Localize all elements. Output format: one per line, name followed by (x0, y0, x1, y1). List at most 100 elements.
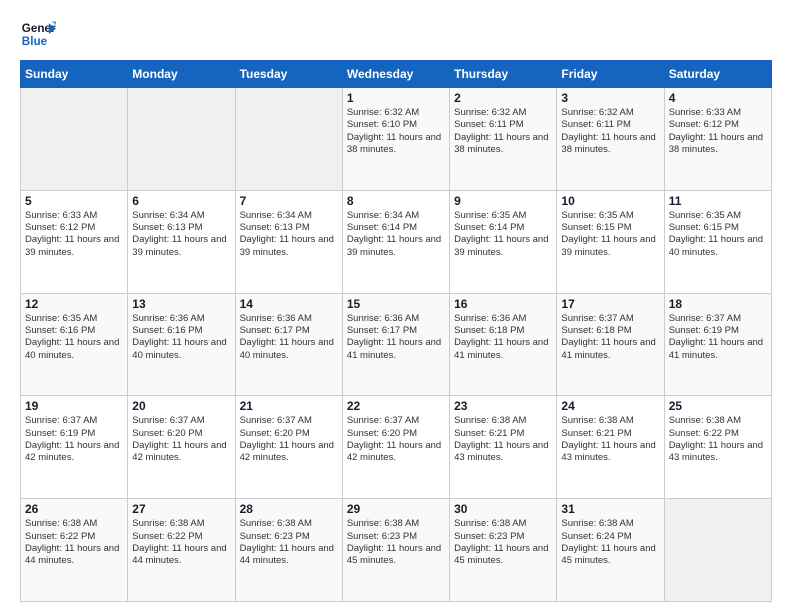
calendar-cell: 7 Sunrise: 6:34 AM Sunset: 6:13 PM Daylig… (235, 190, 342, 293)
calendar-day-header: Wednesday (342, 61, 449, 88)
day-info: Sunrise: 6:35 AM Sunset: 6:16 PM Dayligh… (25, 313, 123, 362)
day-info: Sunrise: 6:38 AM Sunset: 6:23 PM Dayligh… (240, 518, 338, 567)
calendar-cell: 11 Sunrise: 6:35 AM Sunset: 6:15 PM Dayli… (664, 190, 771, 293)
calendar-cell: 18 Sunrise: 6:37 AM Sunset: 6:19 PM Dayli… (664, 293, 771, 396)
day-info: Sunrise: 6:32 AM Sunset: 6:11 PM Dayligh… (454, 107, 552, 156)
day-info: Sunrise: 6:38 AM Sunset: 6:24 PM Dayligh… (561, 518, 659, 567)
day-number: 7 (240, 194, 338, 208)
calendar-cell: 12 Sunrise: 6:35 AM Sunset: 6:16 PM Dayli… (21, 293, 128, 396)
day-number: 17 (561, 297, 659, 311)
calendar-day-header: Sunday (21, 61, 128, 88)
calendar-cell: 22 Sunrise: 6:37 AM Sunset: 6:20 PM Dayli… (342, 396, 449, 499)
day-info: Sunrise: 6:38 AM Sunset: 6:22 PM Dayligh… (25, 518, 123, 567)
calendar-cell: 5 Sunrise: 6:33 AM Sunset: 6:12 PM Daylig… (21, 190, 128, 293)
day-number: 9 (454, 194, 552, 208)
calendar-cell: 31Sunrise: 6:38 AM Sunset: 6:24 PM Dayli… (557, 499, 664, 602)
calendar-cell: 6Sunrise: 6:34 AM Sunset: 6:13 PM Daylig… (128, 190, 235, 293)
day-number: 29 (347, 502, 445, 516)
day-number: 11 (669, 194, 767, 208)
day-info: Sunrise: 6:33 AM Sunset: 6:12 PM Dayligh… (25, 210, 123, 259)
calendar-cell: 29 Sunrise: 6:38 AM Sunset: 6:23 PM Dayli… (342, 499, 449, 602)
svg-text:Blue: Blue (22, 35, 48, 48)
day-info: Sunrise: 6:38 AM Sunset: 6:23 PM Dayligh… (347, 518, 445, 567)
page: General Blue SundayMondayTuesdayWednesda… (0, 0, 792, 612)
calendar-cell: 13 Sunrise: 6:36 AM Sunset: 6:16 PM Dayli… (128, 293, 235, 396)
day-number: 19 (25, 399, 123, 413)
day-number: 1 (347, 91, 445, 105)
day-info: Sunrise: 6:37 AM Sunset: 6:19 PM Dayligh… (669, 313, 767, 362)
day-info: Sunrise: 6:36 AM Sunset: 6:17 PM Dayligh… (347, 313, 445, 362)
calendar-cell: 14Sunrise: 6:36 AM Sunset: 6:17 PM Dayli… (235, 293, 342, 396)
day-number: 14 (240, 297, 338, 311)
day-info: Sunrise: 6:37 AM Sunset: 6:18 PM Dayligh… (561, 313, 659, 362)
calendar-cell: 20Sunrise: 6:37 AM Sunset: 6:20 PM Dayli… (128, 396, 235, 499)
day-number: 15 (347, 297, 445, 311)
day-number: 28 (240, 502, 338, 516)
calendar-week-row: 12 Sunrise: 6:35 AM Sunset: 6:16 PM Dayli… (21, 293, 772, 396)
day-number: 4 (669, 91, 767, 105)
day-number: 27 (132, 502, 230, 516)
day-info: Sunrise: 6:38 AM Sunset: 6:22 PM Dayligh… (669, 415, 767, 464)
day-number: 23 (454, 399, 552, 413)
calendar-cell (664, 499, 771, 602)
day-number: 5 (25, 194, 123, 208)
day-number: 22 (347, 399, 445, 413)
day-info: Sunrise: 6:35 AM Sunset: 6:15 PM Dayligh… (669, 210, 767, 259)
day-info: Sunrise: 6:38 AM Sunset: 6:23 PM Dayligh… (454, 518, 552, 567)
day-info: Sunrise: 6:34 AM Sunset: 6:14 PM Dayligh… (347, 210, 445, 259)
calendar-cell: 8 Sunrise: 6:34 AM Sunset: 6:14 PM Daylig… (342, 190, 449, 293)
day-number: 2 (454, 91, 552, 105)
day-number: 8 (347, 194, 445, 208)
calendar-day-header: Monday (128, 61, 235, 88)
calendar-cell: 26 Sunrise: 6:38 AM Sunset: 6:22 PM Dayli… (21, 499, 128, 602)
day-number: 21 (240, 399, 338, 413)
logo: General Blue (20, 16, 56, 52)
day-info: Sunrise: 6:32 AM Sunset: 6:11 PM Dayligh… (561, 107, 659, 156)
calendar-week-row: 19 Sunrise: 6:37 AM Sunset: 6:19 PM Dayli… (21, 396, 772, 499)
day-number: 10 (561, 194, 659, 208)
day-info: Sunrise: 6:36 AM Sunset: 6:18 PM Dayligh… (454, 313, 552, 362)
day-number: 20 (132, 399, 230, 413)
logo-icon: General Blue (20, 16, 56, 52)
calendar-cell: 17 Sunrise: 6:37 AM Sunset: 6:18 PM Dayli… (557, 293, 664, 396)
calendar-day-header: Thursday (450, 61, 557, 88)
day-number: 30 (454, 502, 552, 516)
calendar-cell: 9 Sunrise: 6:35 AM Sunset: 6:14 PM Daylig… (450, 190, 557, 293)
calendar-cell: 23Sunrise: 6:38 AM Sunset: 6:21 PM Dayli… (450, 396, 557, 499)
calendar-day-header: Tuesday (235, 61, 342, 88)
calendar-table: SundayMondayTuesdayWednesdayThursdayFrid… (20, 60, 772, 602)
day-number: 26 (25, 502, 123, 516)
calendar-cell: 4 Sunrise: 6:33 AM Sunset: 6:12 PM Daylig… (664, 88, 771, 191)
day-number: 3 (561, 91, 659, 105)
day-number: 12 (25, 297, 123, 311)
day-number: 13 (132, 297, 230, 311)
day-number: 16 (454, 297, 552, 311)
day-info: Sunrise: 6:32 AM Sunset: 6:10 PM Dayligh… (347, 107, 445, 156)
calendar-header-row: SundayMondayTuesdayWednesdayThursdayFrid… (21, 61, 772, 88)
day-number: 18 (669, 297, 767, 311)
calendar-cell: 2 Sunrise: 6:32 AM Sunset: 6:11 PM Daylig… (450, 88, 557, 191)
calendar-cell: 27Sunrise: 6:38 AM Sunset: 6:22 PM Dayli… (128, 499, 235, 602)
header: General Blue (20, 16, 772, 52)
day-info: Sunrise: 6:34 AM Sunset: 6:13 PM Dayligh… (240, 210, 338, 259)
calendar-week-row: 1 Sunrise: 6:32 AM Sunset: 6:10 PM Daylig… (21, 88, 772, 191)
day-info: Sunrise: 6:35 AM Sunset: 6:15 PM Dayligh… (561, 210, 659, 259)
calendar-cell (21, 88, 128, 191)
day-info: Sunrise: 6:37 AM Sunset: 6:19 PM Dayligh… (25, 415, 123, 464)
day-info: Sunrise: 6:35 AM Sunset: 6:14 PM Dayligh… (454, 210, 552, 259)
calendar-day-header: Saturday (664, 61, 771, 88)
calendar-cell (235, 88, 342, 191)
calendar-cell: 19 Sunrise: 6:37 AM Sunset: 6:19 PM Dayli… (21, 396, 128, 499)
calendar-cell: 15 Sunrise: 6:36 AM Sunset: 6:17 PM Dayli… (342, 293, 449, 396)
day-info: Sunrise: 6:37 AM Sunset: 6:20 PM Dayligh… (240, 415, 338, 464)
day-info: Sunrise: 6:33 AM Sunset: 6:12 PM Dayligh… (669, 107, 767, 156)
day-info: Sunrise: 6:36 AM Sunset: 6:16 PM Dayligh… (132, 313, 230, 362)
calendar-day-header: Friday (557, 61, 664, 88)
calendar-cell: 24Sunrise: 6:38 AM Sunset: 6:21 PM Dayli… (557, 396, 664, 499)
day-number: 6 (132, 194, 230, 208)
day-number: 25 (669, 399, 767, 413)
calendar-week-row: 26 Sunrise: 6:38 AM Sunset: 6:22 PM Dayli… (21, 499, 772, 602)
calendar-cell (128, 88, 235, 191)
day-info: Sunrise: 6:38 AM Sunset: 6:21 PM Dayligh… (561, 415, 659, 464)
day-info: Sunrise: 6:37 AM Sunset: 6:20 PM Dayligh… (347, 415, 445, 464)
